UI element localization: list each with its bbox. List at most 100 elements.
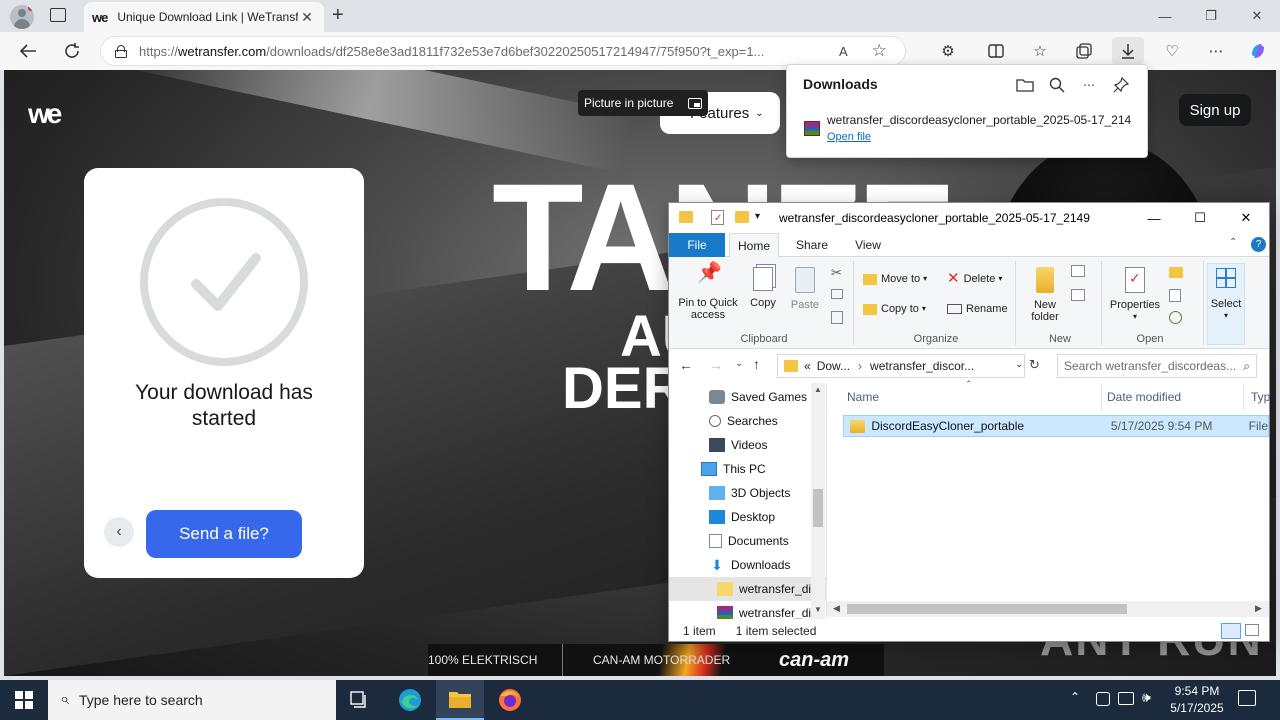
- picture-in-picture-button[interactable]: Picture in picture: [578, 90, 708, 116]
- select-button[interactable]: Select ▾: [1207, 263, 1245, 345]
- pin-quick-access-button[interactable]: 📌 Pin to Quick access: [675, 263, 741, 321]
- explorer-forward-icon[interactable]: →: [709, 357, 723, 373]
- back-icon[interactable]: [14, 37, 42, 65]
- breadcrumb-overflow[interactable]: «: [804, 359, 811, 373]
- network-icon[interactable]: [1118, 692, 1134, 705]
- close-tab-icon[interactable]: ✕: [298, 9, 316, 26]
- copy-button[interactable]: Copy: [745, 267, 781, 309]
- file-explorer-taskbar-icon[interactable]: [436, 680, 484, 720]
- volume-icon[interactable]: 🕪: [1142, 689, 1151, 706]
- open-folder-icon[interactable]: [1013, 73, 1037, 97]
- explorer-titlebar[interactable]: ✓ ▾ wetransfer_discordeasycloner_portabl…: [669, 203, 1269, 233]
- properties-quick-icon[interactable]: ✓: [711, 210, 724, 225]
- favorites-icon[interactable]: ☆: [1026, 37, 1054, 65]
- copy-path-icon[interactable]: [831, 289, 843, 299]
- edge-taskbar-icon[interactable]: [386, 680, 434, 720]
- search-downloads-icon[interactable]: [1045, 73, 1069, 97]
- details-view-icon[interactable]: [1221, 623, 1241, 639]
- new-tab-icon[interactable]: +: [332, 5, 352, 27]
- lock-icon[interactable]: [115, 44, 127, 58]
- taskbar-clock[interactable]: 9:54 PM 5/17/2025: [1160, 683, 1234, 717]
- profile-icon[interactable]: [10, 5, 34, 29]
- nav-wetransfer-folder[interactable]: wetransfer_di: [669, 577, 826, 601]
- horizontal-scrollbar[interactable]: ◀ ▶: [827, 601, 1269, 617]
- ad-banner[interactable]: 100% ELEKTRISCH CAN-AM MOTORRADER can-am: [428, 644, 884, 676]
- favorite-star-icon[interactable]: ☆: [872, 41, 887, 61]
- tab-share[interactable]: Share: [787, 233, 837, 257]
- explorer-refresh-icon[interactable]: ↻: [1029, 357, 1040, 373]
- open-icon[interactable]: [1169, 267, 1183, 278]
- edit-icon[interactable]: [1169, 289, 1181, 302]
- column-name[interactable]: Name: [847, 390, 879, 404]
- column-date-modified[interactable]: Date modified: [1107, 390, 1181, 404]
- ribbon-collapse-icon[interactable]: ⌃: [1229, 237, 1237, 248]
- minimize-icon[interactable]: —: [1142, 0, 1188, 32]
- taskbar-search-box[interactable]: ⌕ Type here to search: [48, 680, 336, 720]
- table-row[interactable]: DiscordEasyCloner_portable 5/17/2025 9:5…: [843, 415, 1269, 437]
- split-screen-icon[interactable]: [982, 37, 1010, 65]
- up-folder-icon[interactable]: ↑: [753, 356, 760, 372]
- download-file-name[interactable]: wetransfer_discordeasycloner_portable_20…: [827, 113, 1132, 127]
- easy-access-icon[interactable]: [1071, 289, 1085, 301]
- more-menu-icon[interactable]: ⋯: [1202, 37, 1230, 65]
- nav-videos[interactable]: Videos: [669, 433, 809, 457]
- tab-view[interactable]: View: [843, 233, 893, 257]
- move-to-button[interactable]: Move to ▾: [863, 273, 935, 285]
- explorer-close-icon[interactable]: ✕: [1223, 203, 1269, 233]
- collections-icon[interactable]: [1070, 37, 1098, 65]
- history-icon[interactable]: [1169, 311, 1182, 324]
- refresh-icon[interactable]: [58, 37, 86, 65]
- delete-button[interactable]: ✕ Delete ▾: [947, 271, 1013, 286]
- new-item-icon[interactable]: [1071, 265, 1085, 277]
- nav-downloads[interactable]: ⬇ Downloads: [669, 553, 809, 577]
- downloads-icon[interactable]: [1112, 37, 1144, 65]
- nav-searches[interactable]: Searches: [669, 409, 809, 433]
- nav-saved-games[interactable]: Saved Games: [669, 385, 809, 409]
- explorer-minimize-icon[interactable]: —: [1131, 203, 1177, 233]
- column-type[interactable]: Typ: [1251, 390, 1270, 404]
- recent-locations-icon[interactable]: ⌄: [735, 358, 743, 369]
- new-folder-quick-icon[interactable]: [735, 211, 749, 223]
- nav-documents[interactable]: Documents: [669, 529, 809, 553]
- new-folder-button[interactable]: New folder: [1021, 267, 1069, 323]
- nav-desktop[interactable]: Desktop: [669, 505, 809, 529]
- url-text[interactable]: https://wetransfer.com/downloads/df258e8…: [139, 44, 829, 59]
- browser-tab[interactable]: we Unique Download Link | WeTransfer ✕: [84, 2, 324, 32]
- properties-button[interactable]: ✓ Properties ▾: [1105, 267, 1165, 323]
- paste-button[interactable]: Paste: [787, 267, 823, 311]
- breadcrumb[interactable]: « Dow... › wetransfer_discor...: [777, 354, 1025, 378]
- tray-app-icon[interactable]: [1096, 692, 1110, 706]
- tab-file[interactable]: File: [669, 233, 725, 257]
- tab-home[interactable]: Home: [729, 233, 779, 257]
- pin-icon[interactable]: [1109, 73, 1133, 97]
- send-file-button[interactable]: Send a file?: [146, 510, 302, 558]
- breadcrumb-current[interactable]: wetransfer_discor...: [870, 359, 974, 373]
- rename-button[interactable]: Rename: [947, 303, 1013, 315]
- address-bar[interactable]: https://wetransfer.com/downloads/df258e8…: [100, 36, 906, 66]
- nav-scrollbar[interactable]: ▲ ▼: [811, 383, 825, 619]
- start-button[interactable]: [0, 680, 48, 720]
- firefox-taskbar-icon[interactable]: [486, 680, 534, 720]
- close-window-icon[interactable]: ✕: [1234, 0, 1280, 32]
- signup-button[interactable]: Sign up: [1179, 94, 1251, 126]
- copy-to-button[interactable]: Copy to ▾: [863, 303, 935, 315]
- explorer-back-icon[interactable]: ←: [679, 357, 693, 373]
- large-icons-view-icon[interactable]: [1245, 624, 1259, 636]
- back-arrow-button[interactable]: ‹: [104, 517, 134, 547]
- extensions-icon[interactable]: ⚙: [934, 37, 962, 65]
- nav-wetransfer-zip[interactable]: wetransfer_di: [669, 601, 811, 619]
- breadcrumb-downloads[interactable]: Dow...: [817, 359, 850, 373]
- browser-essentials-icon[interactable]: ♡: [1158, 37, 1186, 65]
- read-aloud-icon[interactable]: A: [839, 44, 848, 59]
- tray-chevron-icon[interactable]: ⌃: [1070, 690, 1080, 704]
- explorer-search-input[interactable]: Search wetransfer_discordeas... ⌕: [1057, 354, 1257, 378]
- task-view-icon[interactable]: [336, 680, 384, 720]
- explorer-maximize-icon[interactable]: ☐: [1177, 203, 1223, 233]
- paste-shortcut-icon[interactable]: [831, 311, 843, 324]
- breadcrumb-dropdown-icon[interactable]: ⌄: [1015, 359, 1023, 370]
- more-options-icon[interactable]: ⋯: [1077, 73, 1101, 97]
- tab-actions-icon[interactable]: [50, 8, 66, 22]
- wetransfer-logo[interactable]: we: [28, 98, 62, 130]
- nav-3d-objects[interactable]: 3D Objects: [669, 481, 809, 505]
- customize-toolbar-icon[interactable]: ▾: [755, 211, 760, 222]
